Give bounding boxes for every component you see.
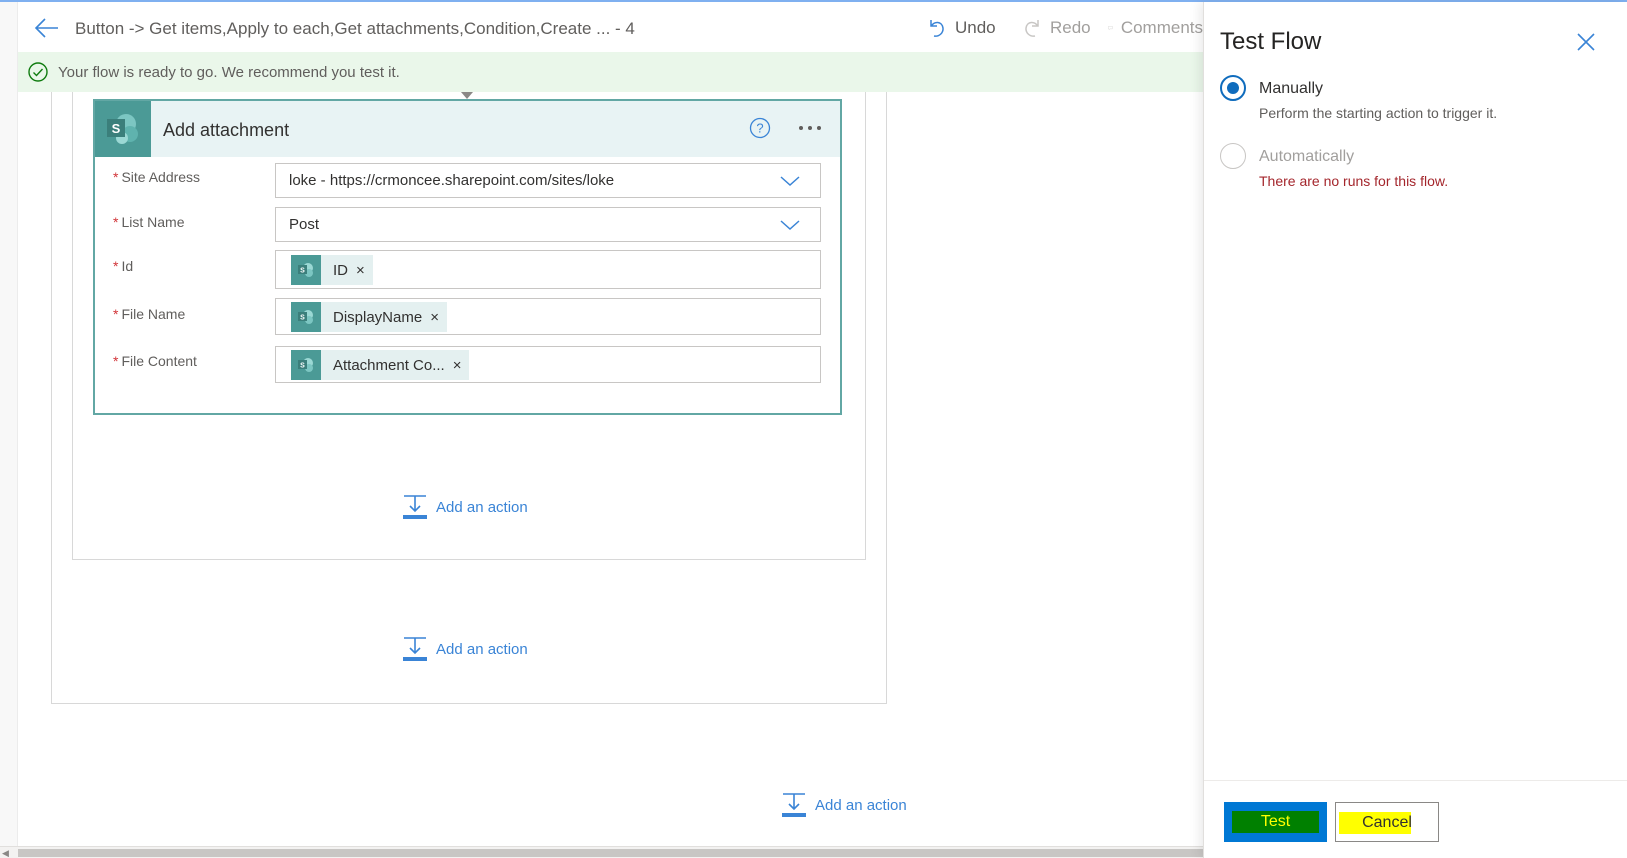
panel-title: Test Flow — [1220, 28, 1322, 55]
chevron-down-icon[interactable] — [780, 174, 800, 188]
remove-token-icon[interactable]: × — [356, 263, 365, 278]
close-panel-button[interactable] — [1574, 30, 1598, 54]
connector-arrow — [461, 92, 473, 99]
test-flow-panel: Test Flow Manually Perform the starting … — [1203, 2, 1627, 858]
remove-token-icon[interactable]: × — [430, 310, 439, 325]
scrollbar-thumb[interactable] — [18, 849, 1203, 857]
attachment-content-token[interactable]: S Attachment Co... × — [291, 350, 470, 380]
add-action-button-inner[interactable]: Add an action — [402, 494, 528, 520]
automatically-label[interactable]: Automatically — [1259, 148, 1354, 166]
file-content-field[interactable]: S Attachment Co... × — [275, 346, 821, 383]
comments-label: Comments — [1120, 18, 1203, 37]
remove-token-icon[interactable]: × — [453, 358, 462, 373]
add-action-label: Add an action — [436, 640, 528, 658]
sharepoint-token-icon: S — [291, 255, 321, 285]
help-icon[interactable]: ? — [749, 117, 771, 144]
close-icon — [1577, 33, 1595, 51]
add-action-icon — [403, 495, 427, 519]
manually-radio[interactable] — [1220, 75, 1246, 101]
add-action-label: Add an action — [436, 498, 528, 516]
add-attachment-card[interactable]: S Add attachment ? * Site Address loke - … — [93, 99, 842, 415]
ready-banner: Your flow is ready to go. We recommend y… — [18, 52, 1203, 92]
svg-text:S: S — [300, 315, 305, 322]
manually-label[interactable]: Manually — [1259, 80, 1323, 98]
comments-button[interactable]: Comments — [1108, 14, 1203, 42]
attachment-content-token-text: Attachment Co... — [333, 356, 445, 374]
redo-button[interactable]: Redo — [1022, 14, 1091, 42]
cancel-button-label: Cancel — [1362, 814, 1412, 831]
more-options-icon[interactable] — [793, 115, 827, 141]
list-name-label: * List Name — [113, 214, 185, 230]
list-name-value: Post — [289, 216, 320, 233]
add-action-label: Add an action — [815, 796, 907, 814]
scroll-left-icon[interactable]: ◀ — [2, 848, 9, 858]
id-token[interactable]: S ID × — [291, 255, 373, 285]
designer-header: Button -> Get items,Apply to each,Get at… — [18, 2, 1203, 52]
add-action-icon — [403, 637, 427, 661]
svg-text:?: ? — [756, 121, 763, 136]
file-content-label: * File Content — [113, 353, 197, 369]
panel-footer-divider — [1204, 780, 1627, 781]
id-label: * Id — [113, 258, 134, 274]
back-arrow-icon — [34, 18, 58, 38]
undo-button[interactable]: Undo — [927, 14, 996, 42]
sharepoint-icon: S — [95, 101, 151, 157]
manually-description: Perform the starting action to trigger i… — [1259, 105, 1498, 121]
svg-text:S: S — [300, 268, 305, 275]
display-name-token-text: DisplayName — [333, 308, 423, 326]
undo-icon — [930, 20, 944, 37]
sharepoint-token-icon: S — [291, 302, 321, 332]
test-button[interactable]: Test — [1224, 802, 1327, 842]
id-field[interactable]: S ID × — [275, 250, 821, 289]
card-title: Add attachment — [163, 120, 290, 140]
display-name-token[interactable]: S DisplayName × — [291, 302, 447, 332]
add-action-button-outer[interactable]: Add an action — [781, 792, 907, 818]
check-circle-icon — [28, 62, 48, 82]
banner-text: Your flow is ready to go. We recommend y… — [58, 63, 400, 81]
test-button-label: Test — [1260, 813, 1291, 830]
id-token-text: ID — [333, 261, 348, 279]
add-action-icon — [782, 793, 806, 817]
site-address-dropdown[interactable]: loke - https://crmoncee.sharepoint.com/s… — [275, 163, 821, 198]
list-name-dropdown[interactable]: Post — [275, 207, 821, 242]
file-name-label: * File Name — [113, 306, 186, 322]
svg-text:S: S — [300, 363, 305, 370]
chevron-down-icon[interactable] — [780, 218, 800, 232]
automatically-radio[interactable] — [1220, 143, 1246, 169]
left-edge — [0, 0, 18, 858]
site-address-label: * Site Address — [113, 169, 201, 185]
comment-icon — [1108, 26, 1113, 31]
svg-text:S: S — [112, 121, 121, 136]
undo-label: Undo — [955, 18, 996, 37]
redo-label: Redo — [1050, 18, 1091, 37]
file-name-field[interactable]: S DisplayName × — [275, 298, 821, 335]
horizontal-scrollbar[interactable]: ◀ — [0, 846, 1203, 858]
sharepoint-token-icon: S — [291, 350, 321, 380]
back-button[interactable] — [32, 14, 62, 42]
cancel-button[interactable]: Cancel — [1335, 802, 1439, 842]
no-runs-error: There are no runs for this flow. — [1259, 173, 1449, 189]
flow-title: Button -> Get items,Apply to each,Get at… — [75, 19, 635, 38]
card-header[interactable]: S Add attachment ? — [95, 101, 840, 157]
add-action-button-middle[interactable]: Add an action — [402, 636, 528, 662]
site-address-value: loke - https://crmoncee.sharepoint.com/s… — [289, 172, 615, 189]
redo-icon — [1025, 20, 1039, 37]
